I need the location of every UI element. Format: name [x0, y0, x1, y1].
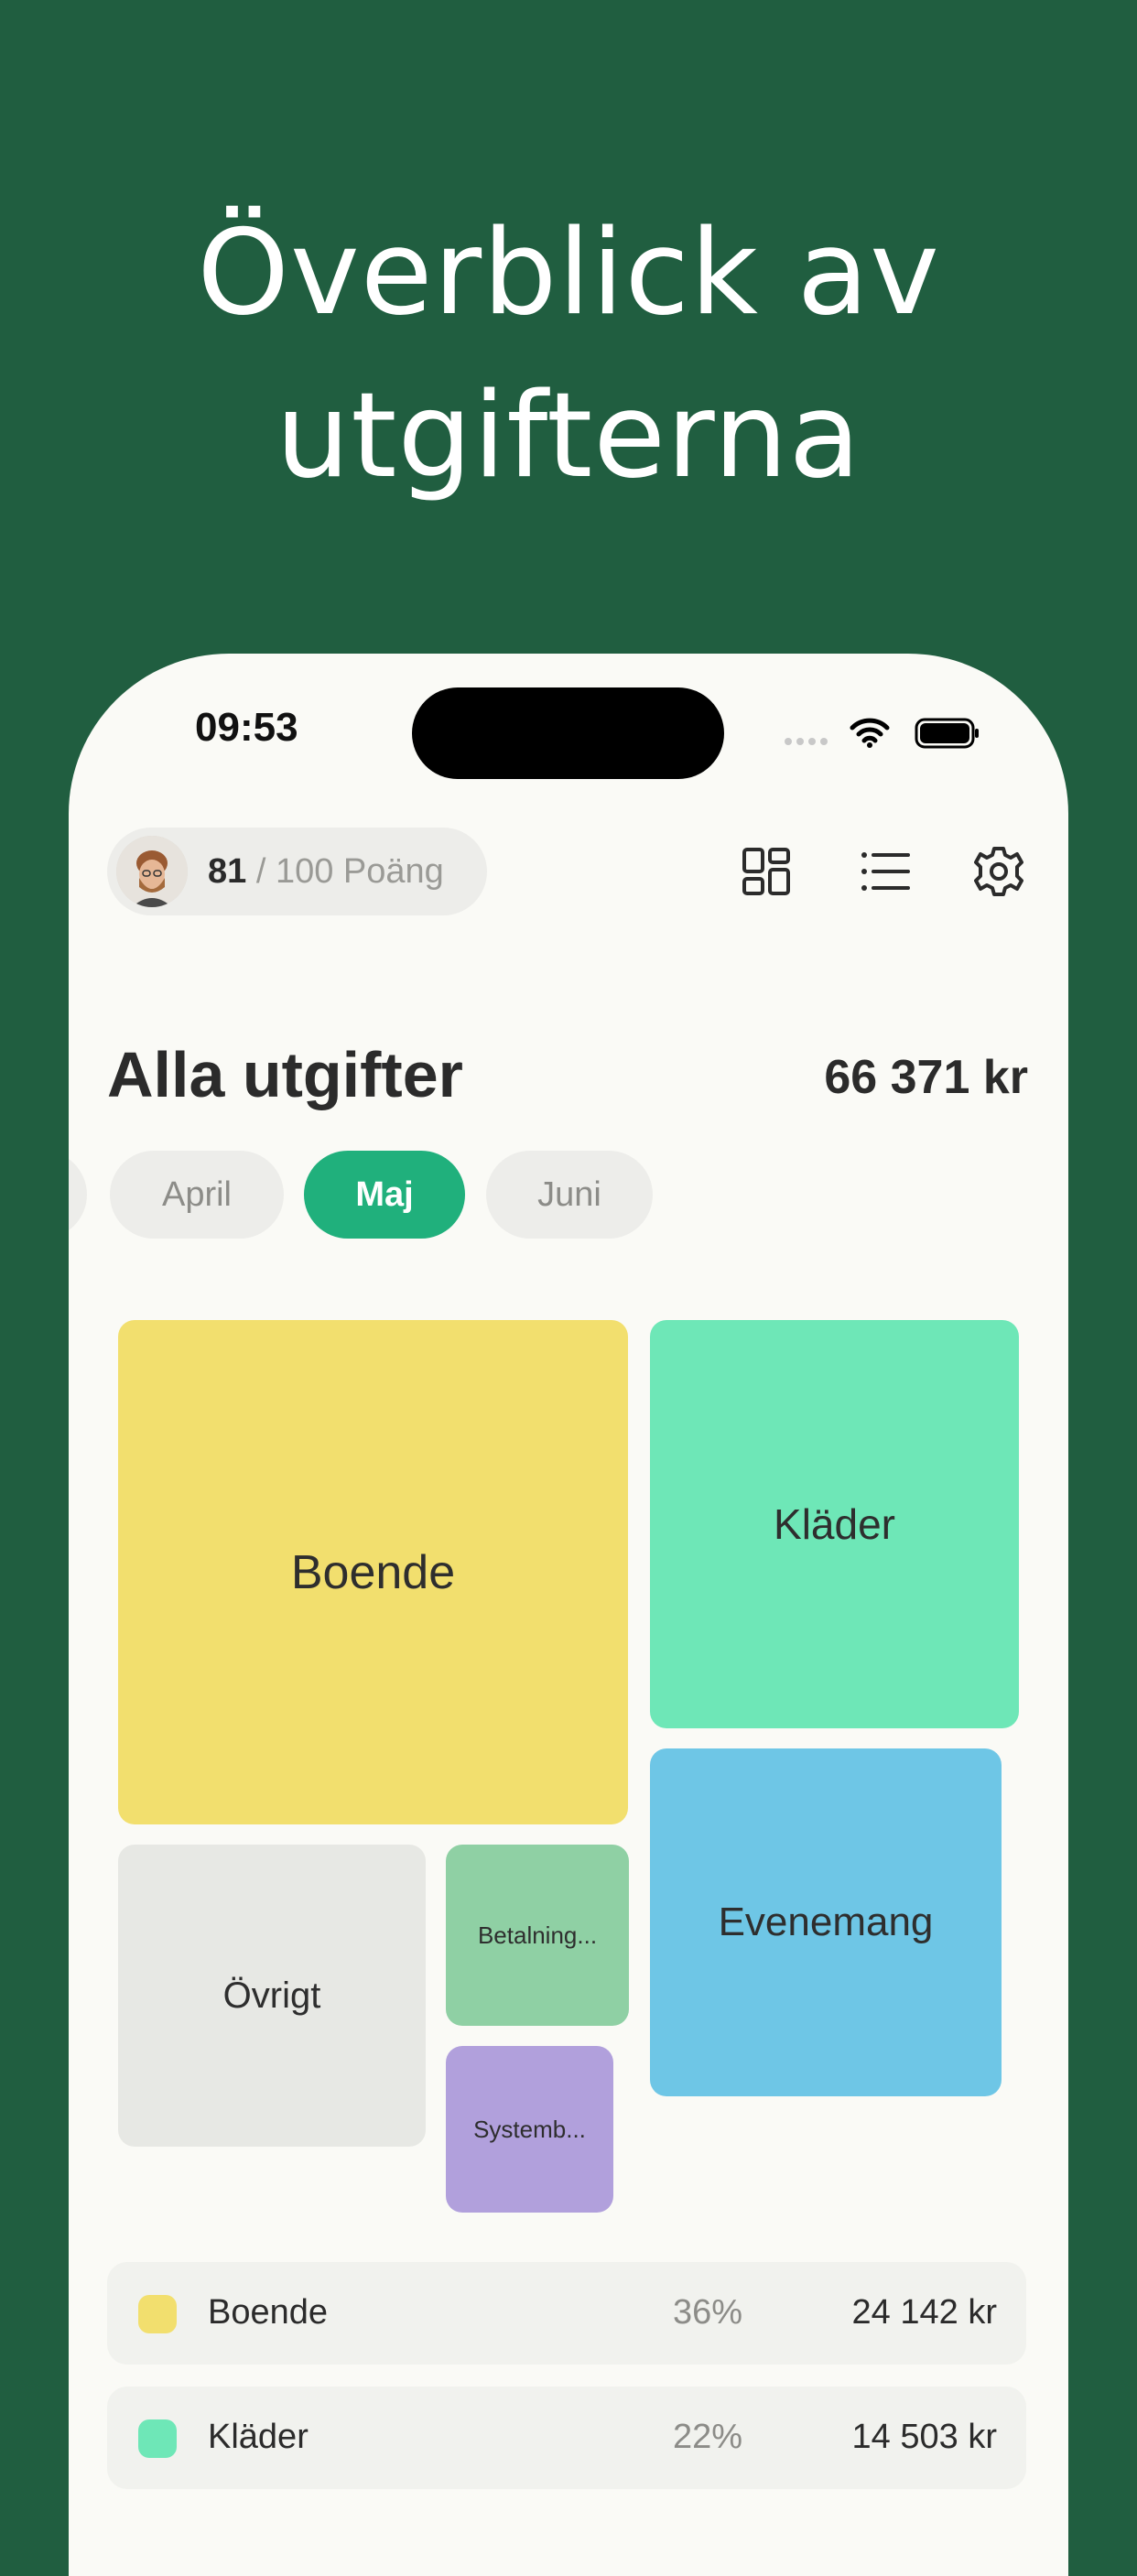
legend-row[interactable]: Boende 36% 24 142 kr [107, 2262, 1026, 2365]
total-amount: 66 371 kr [824, 1051, 1028, 1104]
legend-row[interactable]: Kläder 22% 14 503 kr [107, 2387, 1026, 2489]
month-chip-april[interactable]: April [110, 1151, 284, 1239]
treemap-tile-boende[interactable]: Boende [118, 1320, 628, 1824]
legend-amount: 24 142 kr [851, 2293, 997, 2332]
page-title: Alla utgifter [107, 1039, 463, 1110]
list-view-icon[interactable] [859, 845, 912, 898]
dynamic-island [412, 687, 724, 779]
legend-category-name: Kläder [208, 2418, 309, 2456]
treemap-tile-systemb[interactable]: Systemb... [446, 2046, 613, 2213]
headline-line-2: utgifterna [276, 368, 861, 504]
legend-percent: 22% [672, 2418, 742, 2456]
month-chip-previous[interactable] [69, 1151, 87, 1239]
treemap-tile-evenemang[interactable]: Evenemang [650, 1748, 1002, 2096]
status-time: 09:53 [195, 705, 298, 750]
battery-icon [915, 718, 979, 749]
headline-line-1: Överblick av [197, 205, 940, 341]
cellular-signal-icon [785, 738, 828, 745]
score-pill[interactable]: 81 / 100 Poäng [107, 828, 487, 915]
score-suffix: / 100 Poäng [246, 851, 444, 891]
legend-color-swatch [138, 2295, 177, 2333]
grid-view-icon[interactable] [740, 845, 793, 898]
wifi-icon [850, 718, 890, 748]
treemap-tile-ovrigt[interactable]: Övrigt [118, 1845, 426, 2147]
treemap-tile-betalning[interactable]: Betalning... [446, 1845, 629, 2026]
headline: Överblick av utgifterna [0, 192, 1137, 518]
score-text: 81 / 100 Poäng [208, 852, 444, 892]
month-chip-juni[interactable]: Juni [486, 1151, 653, 1239]
settings-gear-icon[interactable] [972, 845, 1025, 898]
treemap-tile-klader[interactable]: Kläder [650, 1320, 1019, 1728]
legend-category-name: Boende [208, 2293, 329, 2332]
legend-percent: 36% [672, 2293, 742, 2332]
score-value: 81 [208, 851, 247, 891]
phone-screen: 09:53 81 / 100 Poäng Alla utgifter 66 37… [69, 654, 1068, 2576]
legend-color-swatch [138, 2419, 177, 2458]
avatar [116, 836, 188, 907]
month-chip-maj[interactable]: Maj [304, 1151, 465, 1239]
legend-amount: 14 503 kr [851, 2418, 997, 2456]
